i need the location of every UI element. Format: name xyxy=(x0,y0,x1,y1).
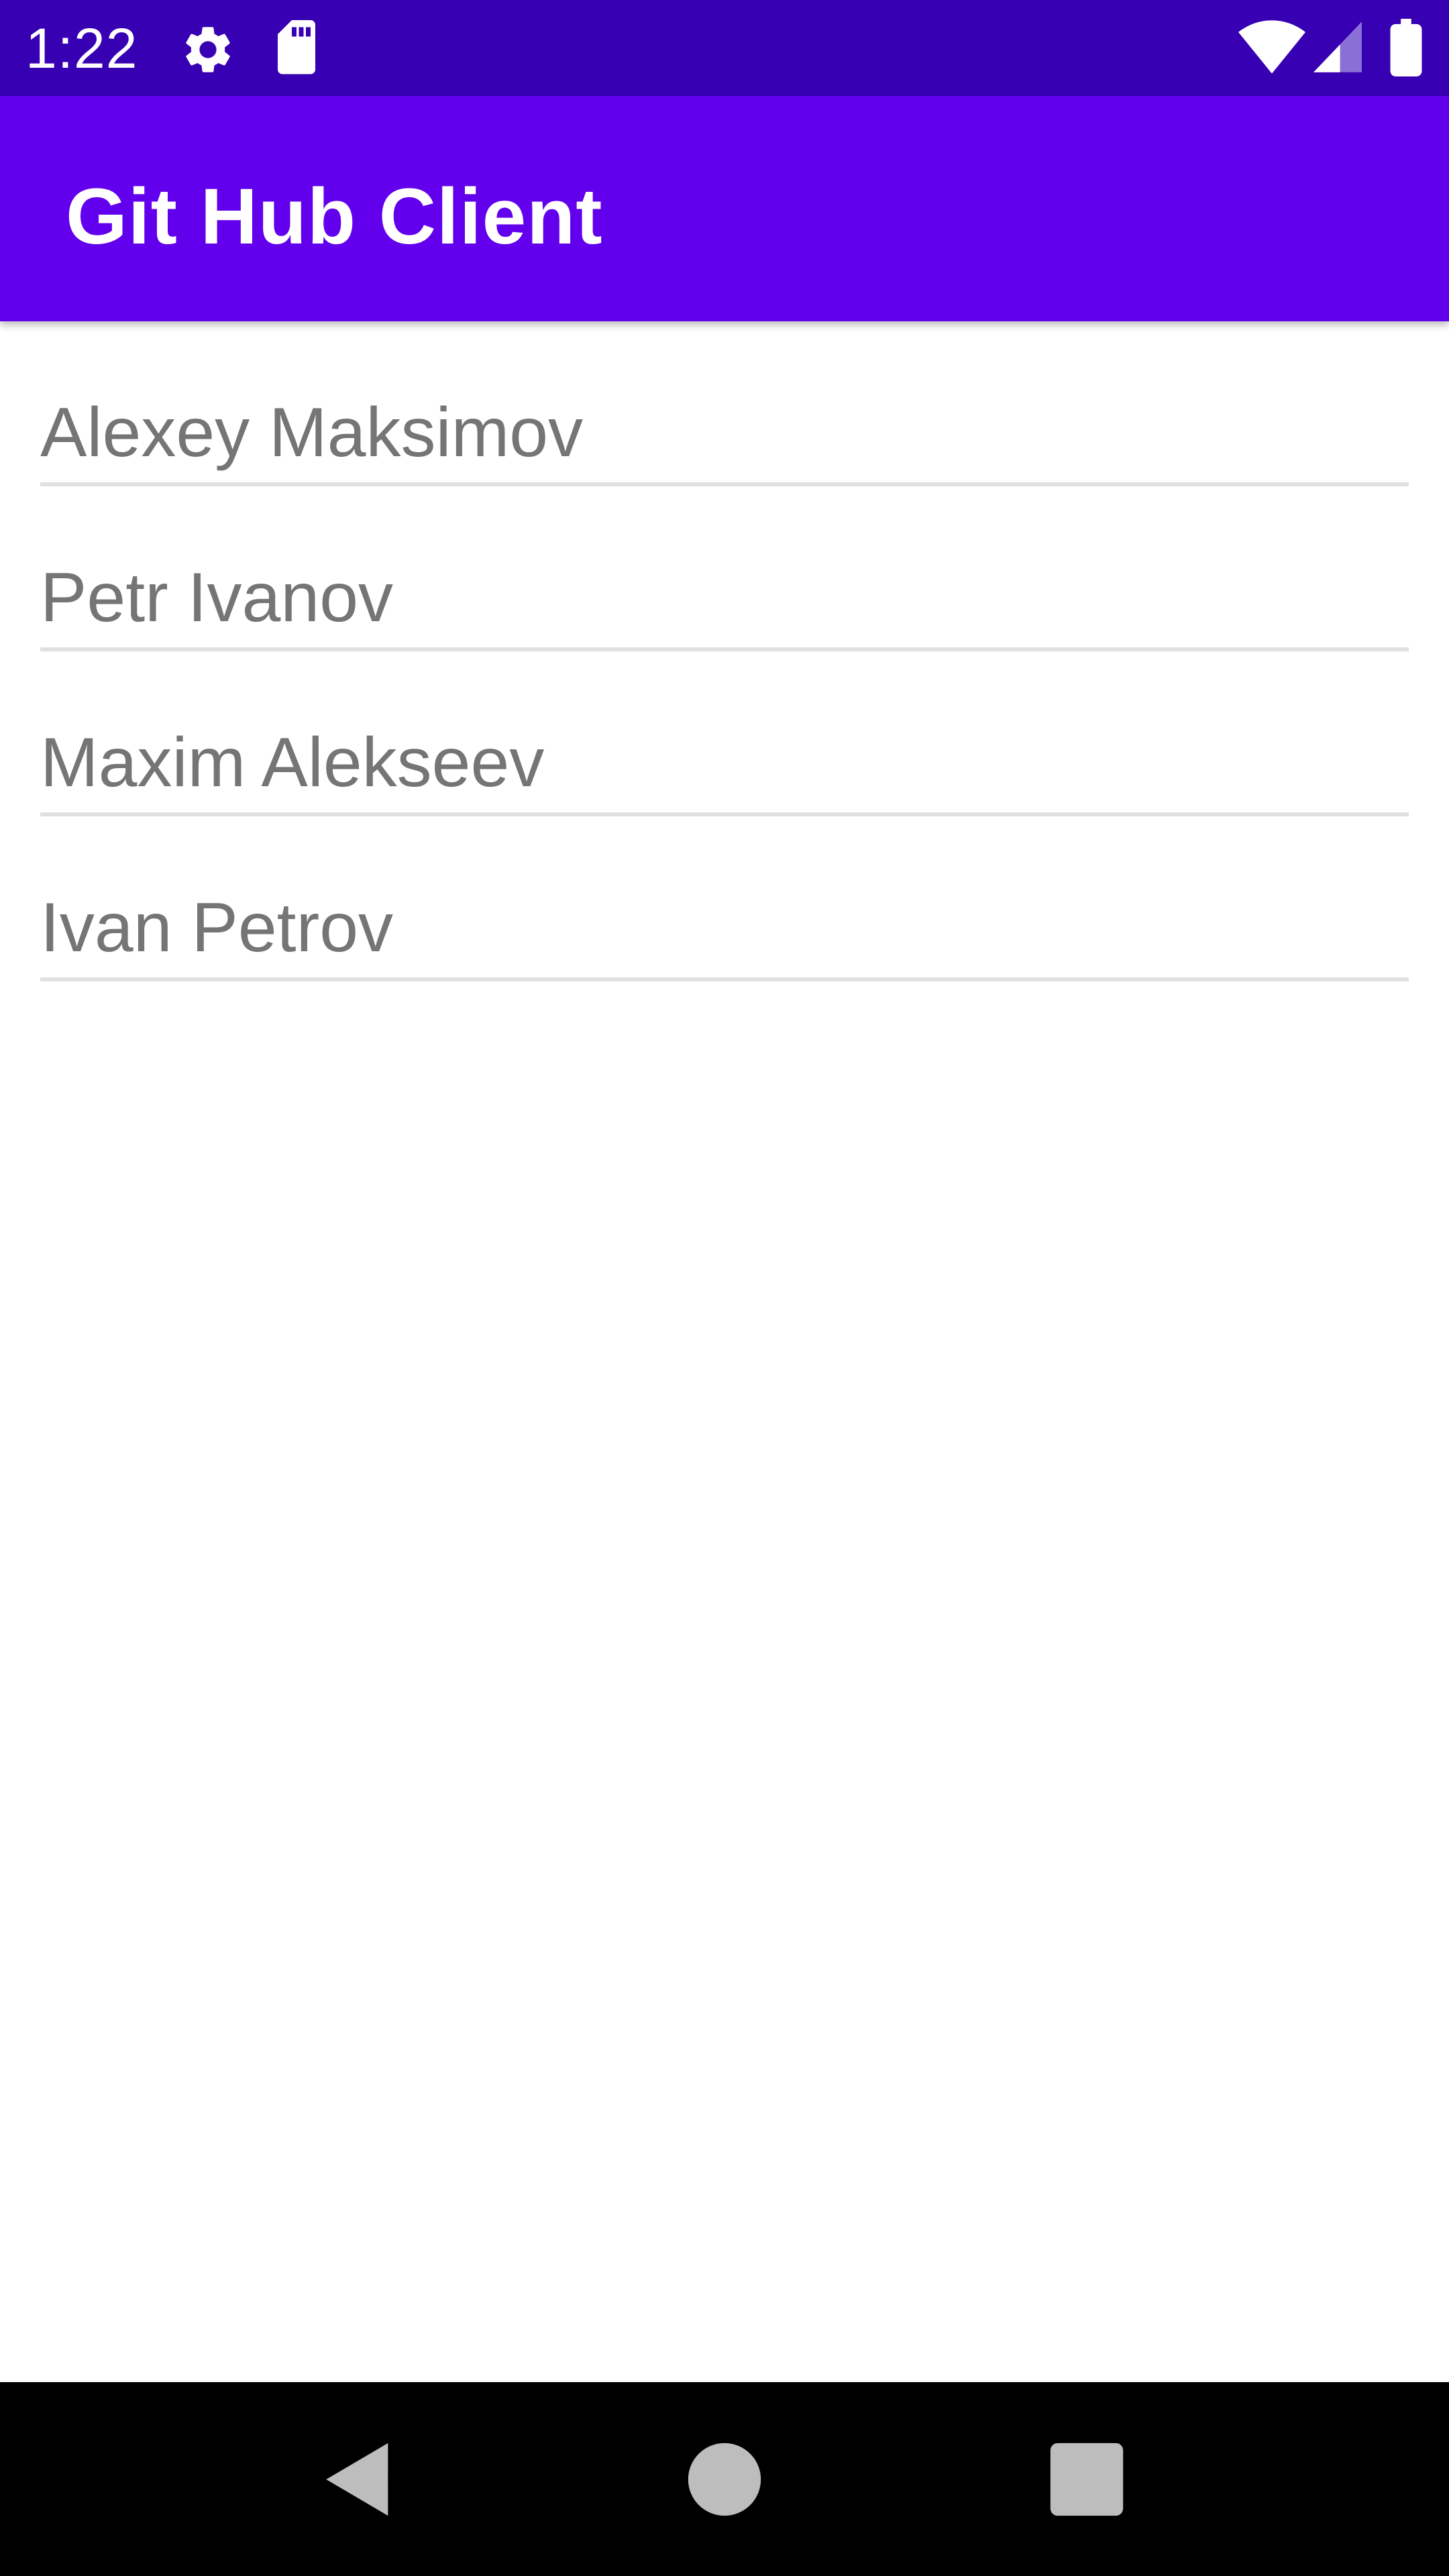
navigation-bar xyxy=(0,2382,1449,2576)
sd-card-icon xyxy=(278,20,315,74)
cellular-signal-icon xyxy=(1313,21,1362,72)
screen: 1:22 Git Hub Client Alexey Maksimov Petr… xyxy=(0,0,1449,2576)
back-icon[interactable] xyxy=(315,2436,402,2523)
wifi-icon xyxy=(1238,20,1305,74)
user-name: Maxim Alekseev xyxy=(40,724,545,802)
user-name: Petr Ivanov xyxy=(40,559,394,637)
user-list-item[interactable]: Maxim Alekseev xyxy=(40,651,1409,816)
app-title: Git Hub Client xyxy=(66,172,603,261)
item-divider xyxy=(40,977,1409,981)
recents-icon[interactable] xyxy=(1043,2436,1130,2523)
status-time: 1:22 xyxy=(25,17,138,80)
user-list-item[interactable]: Alexey Maksimov xyxy=(40,321,1409,486)
user-list-item[interactable]: Ivan Petrov xyxy=(40,816,1409,981)
user-name: Alexey Maksimov xyxy=(40,394,584,472)
user-name: Ivan Petrov xyxy=(40,889,394,967)
status-bar: 1:22 xyxy=(0,0,1449,96)
battery-icon xyxy=(1390,19,1422,76)
settings-icon xyxy=(186,27,230,72)
app-bar: Git Hub Client xyxy=(0,96,1449,321)
user-list-item[interactable]: Petr Ivanov xyxy=(40,486,1409,651)
home-icon[interactable] xyxy=(681,2436,768,2523)
user-list: Alexey Maksimov Petr Ivanov Maxim Alekse… xyxy=(40,321,1409,981)
